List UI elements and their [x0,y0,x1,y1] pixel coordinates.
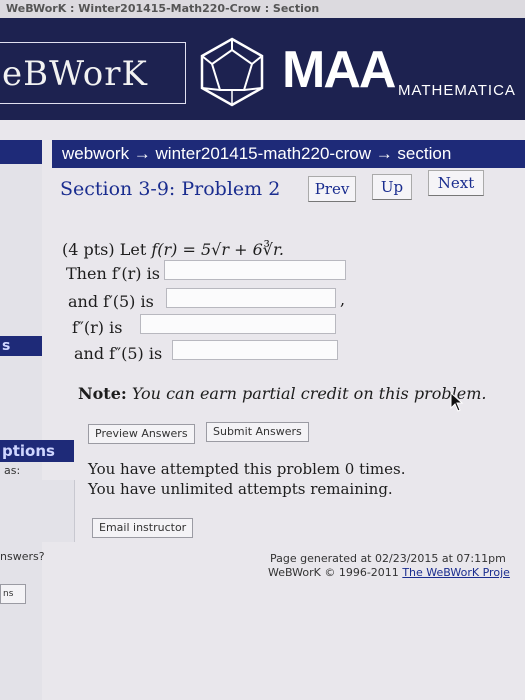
answer-input-1[interactable] [164,260,346,280]
sidebar-small-button[interactable]: ns [0,584,26,604]
mouse-cursor-icon [450,392,464,412]
copyright-text: WeBWorK © 1996-2011 [268,566,399,579]
up-button[interactable]: Up [372,174,412,200]
maa-subtitle: MATHEMATICA [398,82,516,99]
question-2-comma: , [340,290,346,309]
maa-polyhedron-icon [200,37,264,107]
sidebar-answers-label: nswers? [0,550,45,563]
answer-input-2[interactable] [166,288,336,308]
note-text: You can earn partial credit on this prob… [131,384,487,403]
window-title: WeBWorK : Winter201415-Math220-Crow : Se… [0,0,525,18]
page-title: Section 3-9: Problem 2 [60,178,281,200]
question-2-label: and f′(5) is [68,292,154,311]
page-generated-footer: Page generated at 02/23/2015 at 07:11pm [270,552,506,565]
copyright-footer: WeBWorK © 1996-2011 The WeBWorK Proje [268,566,510,579]
submit-answers-button[interactable]: Submit Answers [206,422,309,442]
sidebar-header-options[interactable]: ptions [0,440,74,462]
left-sidebar [0,140,42,700]
sidebar-header-main [0,140,42,164]
sidebar-options-label: as: [4,464,21,477]
maa-logo-text: MAA [282,41,396,99]
attempts-remaining: You have unlimited attempts remaining. [88,480,393,498]
question-3-label: f″(r) is [72,318,123,337]
problem-prefix: (4 pts) Let [62,240,152,259]
sidebar-item-s[interactable]: s [0,336,42,356]
question-1-label: Then f′(r) is [66,264,160,283]
webwork-project-link[interactable]: The WeBWorK Proje [402,566,510,579]
problem-statement: (4 pts) Let f(r) = 5√r + 6∛r. [62,240,284,259]
prev-button[interactable]: Prev [308,176,356,202]
webwork-logo[interactable]: eBWorK [0,42,186,104]
question-4-label: and f″(5) is [74,344,163,363]
partial-credit-note: Note: You can earn partial credit on thi… [78,384,486,403]
problem-function: f(r) = 5√r + 6∛r. [151,240,284,259]
preview-answers-button[interactable]: Preview Answers [88,424,195,444]
answer-input-3[interactable] [140,314,336,334]
breadcrumb: webwork → winter201415-math220-crow → se… [52,140,525,168]
next-button[interactable]: Next [428,170,484,196]
attempts-count: You have attempted this problem 0 times. [88,460,406,478]
answer-input-4[interactable] [172,340,338,360]
note-label: Note: [78,384,127,403]
sidebar-options-panel [0,480,75,542]
email-instructor-button[interactable]: Email instructor [92,518,194,538]
